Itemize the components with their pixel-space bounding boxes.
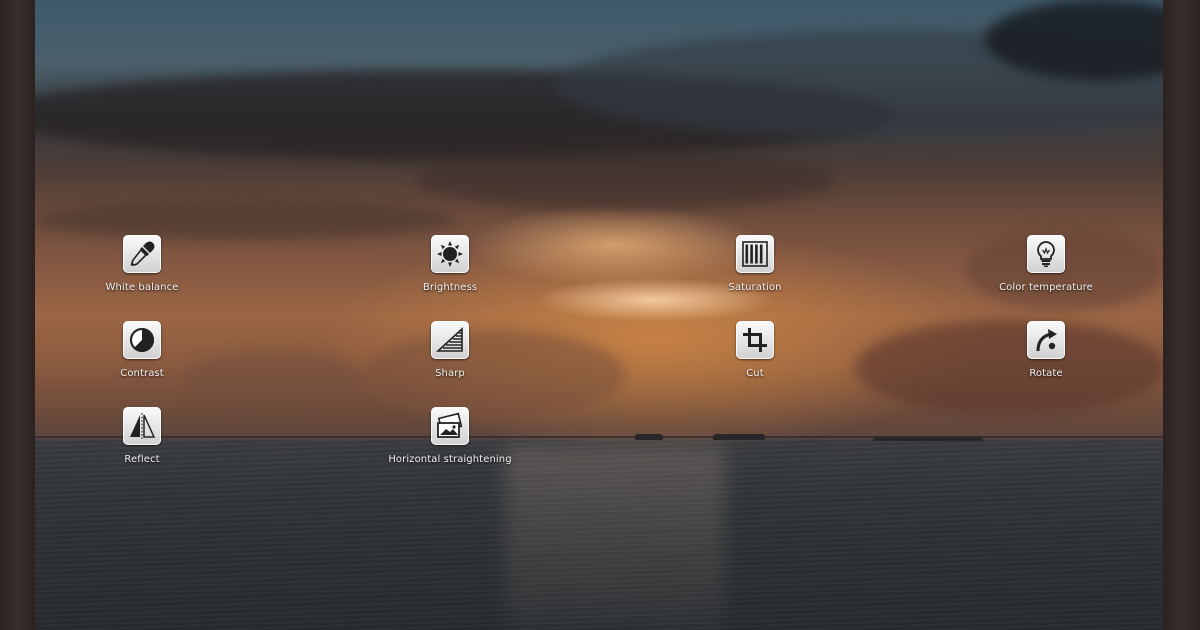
straighten-photos-icon: [431, 407, 469, 445]
eyedropper-icon: [123, 235, 161, 273]
tool-label: Sharp: [435, 368, 465, 379]
cloud: [35, 200, 455, 240]
white-balance-button[interactable]: White balance: [57, 235, 227, 301]
cut-button[interactable]: Cut: [670, 321, 840, 387]
tool-label: White balance: [105, 282, 179, 293]
island: [635, 434, 663, 440]
sun-icon: [431, 235, 469, 273]
lightbulb-icon: [1027, 235, 1065, 273]
tool-label: Contrast: [120, 368, 164, 379]
saturation-button[interactable]: Saturation: [670, 235, 840, 301]
tool-label: Horizontal straightening: [388, 454, 512, 465]
vertical-bars-icon: [736, 235, 774, 273]
rotate-button[interactable]: Rotate: [961, 321, 1131, 387]
horizontal-straightening-button[interactable]: Horizontal straightening: [365, 407, 535, 473]
contrast-circle-icon: [123, 321, 161, 359]
color-temperature-button[interactable]: Color temperature: [961, 235, 1131, 301]
mirror-icon: [123, 407, 161, 445]
island: [713, 434, 765, 440]
left-frame-bar: [0, 0, 35, 630]
tool-label: Color temperature: [999, 282, 1093, 293]
cloud: [415, 150, 835, 210]
rotate-arrow-icon: [1027, 321, 1065, 359]
sharp-button[interactable]: Sharp: [365, 321, 535, 387]
tool-label: Brightness: [422, 282, 478, 293]
sharpness-triangle-icon: [431, 321, 469, 359]
brightness-button[interactable]: Brightness: [365, 235, 535, 301]
tool-label: Cut: [746, 368, 764, 379]
tool-label: Rotate: [1029, 368, 1063, 379]
photo-background: [35, 0, 1163, 630]
island: [873, 437, 983, 441]
reflect-button[interactable]: Reflect: [57, 407, 227, 473]
sun-reflection: [505, 445, 725, 630]
contrast-button[interactable]: Contrast: [57, 321, 227, 387]
crop-icon: [736, 321, 774, 359]
tool-label: Saturation: [728, 282, 782, 293]
tool-label: Reflect: [124, 454, 160, 465]
right-frame-bar: [1163, 0, 1200, 630]
